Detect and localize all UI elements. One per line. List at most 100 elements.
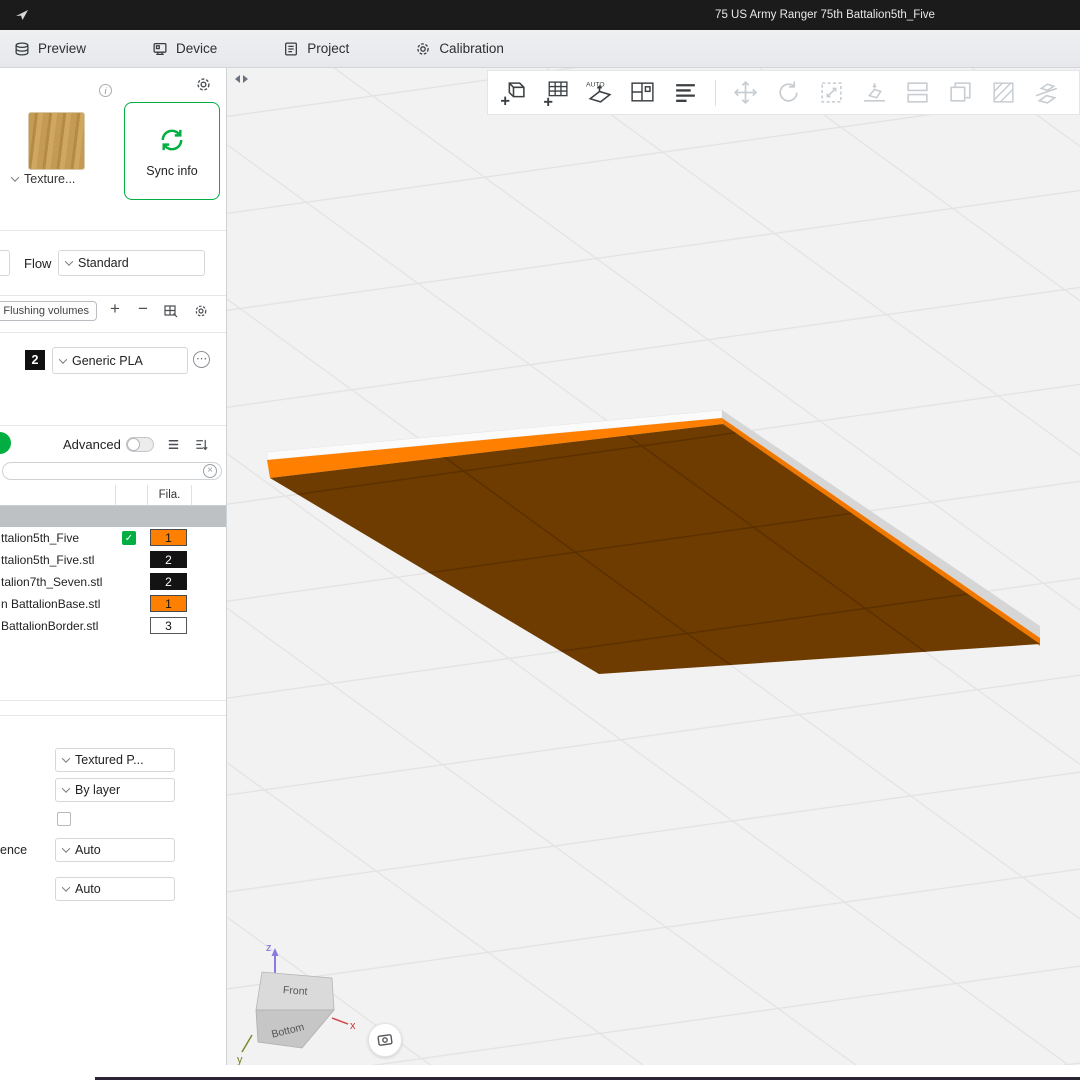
chevron-down-icon xyxy=(11,173,19,181)
filament-material-dropdown[interactable]: Generic PLA xyxy=(52,347,188,374)
tab-calibration-label: Calibration xyxy=(439,41,504,56)
split-button[interactable] xyxy=(904,79,931,106)
flow-value: Standard xyxy=(78,256,129,270)
checkbox-checked-icon[interactable]: ✓ xyxy=(122,531,136,545)
selected-row[interactable] xyxy=(0,506,227,527)
tab-project[interactable]: Project xyxy=(273,30,359,68)
flow-label: Flow xyxy=(24,250,51,276)
project-icon xyxy=(283,41,299,57)
add-cube-icon xyxy=(500,79,527,106)
clone-icon xyxy=(947,79,974,106)
list-view-button[interactable] xyxy=(164,434,182,454)
more-options-button[interactable]: ⋯ xyxy=(193,351,210,368)
filament-cell[interactable]: 2 xyxy=(150,573,187,590)
chevron-down-icon xyxy=(59,355,67,363)
rotate-button[interactable] xyxy=(775,79,802,106)
table-row[interactable]: ttalion5th_Five ✓ 1 xyxy=(0,527,227,549)
arrange-button[interactable] xyxy=(629,79,656,106)
scale-icon xyxy=(818,79,845,106)
divider xyxy=(0,700,227,701)
sort-button[interactable] xyxy=(192,434,210,454)
filament-card-label-row[interactable]: Texture... xyxy=(12,172,75,186)
table-row[interactable]: ttalion5th_Five.stl 2 xyxy=(0,549,227,571)
add-object-button[interactable] xyxy=(500,79,527,106)
filament-cell[interactable]: 1 xyxy=(150,529,187,546)
flush-matrix-icon xyxy=(163,303,179,319)
build-plate-grid xyxy=(227,68,1080,1065)
partial-input[interactable] xyxy=(0,250,10,276)
gear-icon xyxy=(193,303,209,319)
plate-type-dropdown[interactable]: Textured P... xyxy=(55,748,175,772)
auto-orient-button[interactable]: AUTO xyxy=(586,79,613,106)
z-axis-label: z xyxy=(266,942,272,954)
list-icon xyxy=(166,437,181,452)
option-checkbox[interactable] xyxy=(57,812,71,826)
add-plate-icon xyxy=(543,79,570,106)
add-filament-button[interactable]: + xyxy=(105,298,125,320)
table-header: Fila. xyxy=(0,485,227,506)
auto-dropdown[interactable]: Auto xyxy=(55,877,175,901)
filament-texture-thumbnail[interactable] xyxy=(28,112,85,170)
lay-flat-button[interactable] xyxy=(861,79,888,106)
filter-input[interactable] xyxy=(2,462,222,480)
filament-cell[interactable]: 1 xyxy=(150,595,187,612)
tab-preview[interactable]: Preview xyxy=(4,30,96,68)
filament-cell[interactable]: 3 xyxy=(150,617,187,634)
chevron-down-icon xyxy=(62,883,70,891)
flushing-volumes-button[interactable]: Flushing volumes xyxy=(0,301,97,321)
rotate-icon xyxy=(775,79,802,106)
sync-info-label: Sync info xyxy=(146,164,197,178)
table-row[interactable]: BattalionBorder.stl 3 xyxy=(0,615,227,637)
filament-slot-2[interactable]: 2 xyxy=(25,350,45,370)
camera-view-button[interactable] xyxy=(368,1023,402,1057)
viewport-3d[interactable]: AUTO xyxy=(227,68,1080,1065)
orientation-cube[interactable]: z Front Bottom x y xyxy=(235,938,365,1065)
add-plate-button[interactable] xyxy=(543,79,570,106)
clear-filter-button[interactable]: × xyxy=(203,464,217,478)
cut-button[interactable] xyxy=(1033,79,1060,106)
fill-bed-button[interactable] xyxy=(672,79,699,106)
panel-collapse-handle[interactable] xyxy=(233,73,250,85)
support-button[interactable] xyxy=(990,79,1017,106)
sync-info-button[interactable]: Sync info xyxy=(124,102,220,200)
filament-settings-button[interactable] xyxy=(193,74,213,94)
filament-card-label: Texture... xyxy=(24,172,75,186)
filament-material-value: Generic PLA xyxy=(72,354,143,368)
layer-mode-value: By layer xyxy=(75,783,120,797)
flow-dropdown[interactable]: Standard xyxy=(58,250,205,276)
sidebar-panel: i Texture... Sync info Flow Standard F xyxy=(0,68,227,1065)
chevron-down-icon xyxy=(62,784,70,792)
arrange-icon xyxy=(629,79,656,106)
lay-flat-icon xyxy=(861,79,888,106)
plate-type-value: Textured P... xyxy=(75,753,144,767)
table-row[interactable]: n BattalionBase.stl 1 xyxy=(0,593,227,615)
info-icon[interactable]: i xyxy=(99,84,112,97)
chevron-down-icon xyxy=(65,257,73,265)
sequence-dropdown[interactable]: Auto xyxy=(55,838,175,862)
tab-device[interactable]: Device xyxy=(142,30,227,68)
tabbar: Preview Device Project Calibration xyxy=(0,30,1080,68)
preview-icon xyxy=(14,41,30,57)
plate-view-icon xyxy=(375,1030,395,1050)
table-row[interactable]: talion7th_Seven.stl 2 xyxy=(0,571,227,593)
flush-settings-button[interactable] xyxy=(192,302,209,319)
filament-color-dot xyxy=(0,432,11,454)
toggle-knob xyxy=(127,438,140,451)
filament-cell[interactable]: 2 xyxy=(150,551,187,568)
clone-button[interactable] xyxy=(947,79,974,106)
flush-matrix-button[interactable] xyxy=(162,302,179,319)
auto-label: AUTO xyxy=(586,81,605,88)
remove-filament-button[interactable]: − xyxy=(133,298,153,320)
collapse-right-icon xyxy=(243,75,248,83)
divider xyxy=(0,230,227,231)
move-button[interactable] xyxy=(732,79,759,106)
scale-button[interactable] xyxy=(818,79,845,106)
object-name: ttalion5th_Five.stl xyxy=(1,549,94,571)
app-window: 75 US Army Ranger 75th Battalion5th_Five… xyxy=(0,0,1080,1080)
filament-column-header: Fila. xyxy=(147,485,192,505)
tab-calibration[interactable]: Calibration xyxy=(405,30,514,68)
sort-icon xyxy=(194,437,209,452)
layer-mode-dropdown[interactable]: By layer xyxy=(55,778,175,802)
chevron-down-icon xyxy=(62,754,70,762)
advanced-toggle[interactable] xyxy=(126,437,154,452)
